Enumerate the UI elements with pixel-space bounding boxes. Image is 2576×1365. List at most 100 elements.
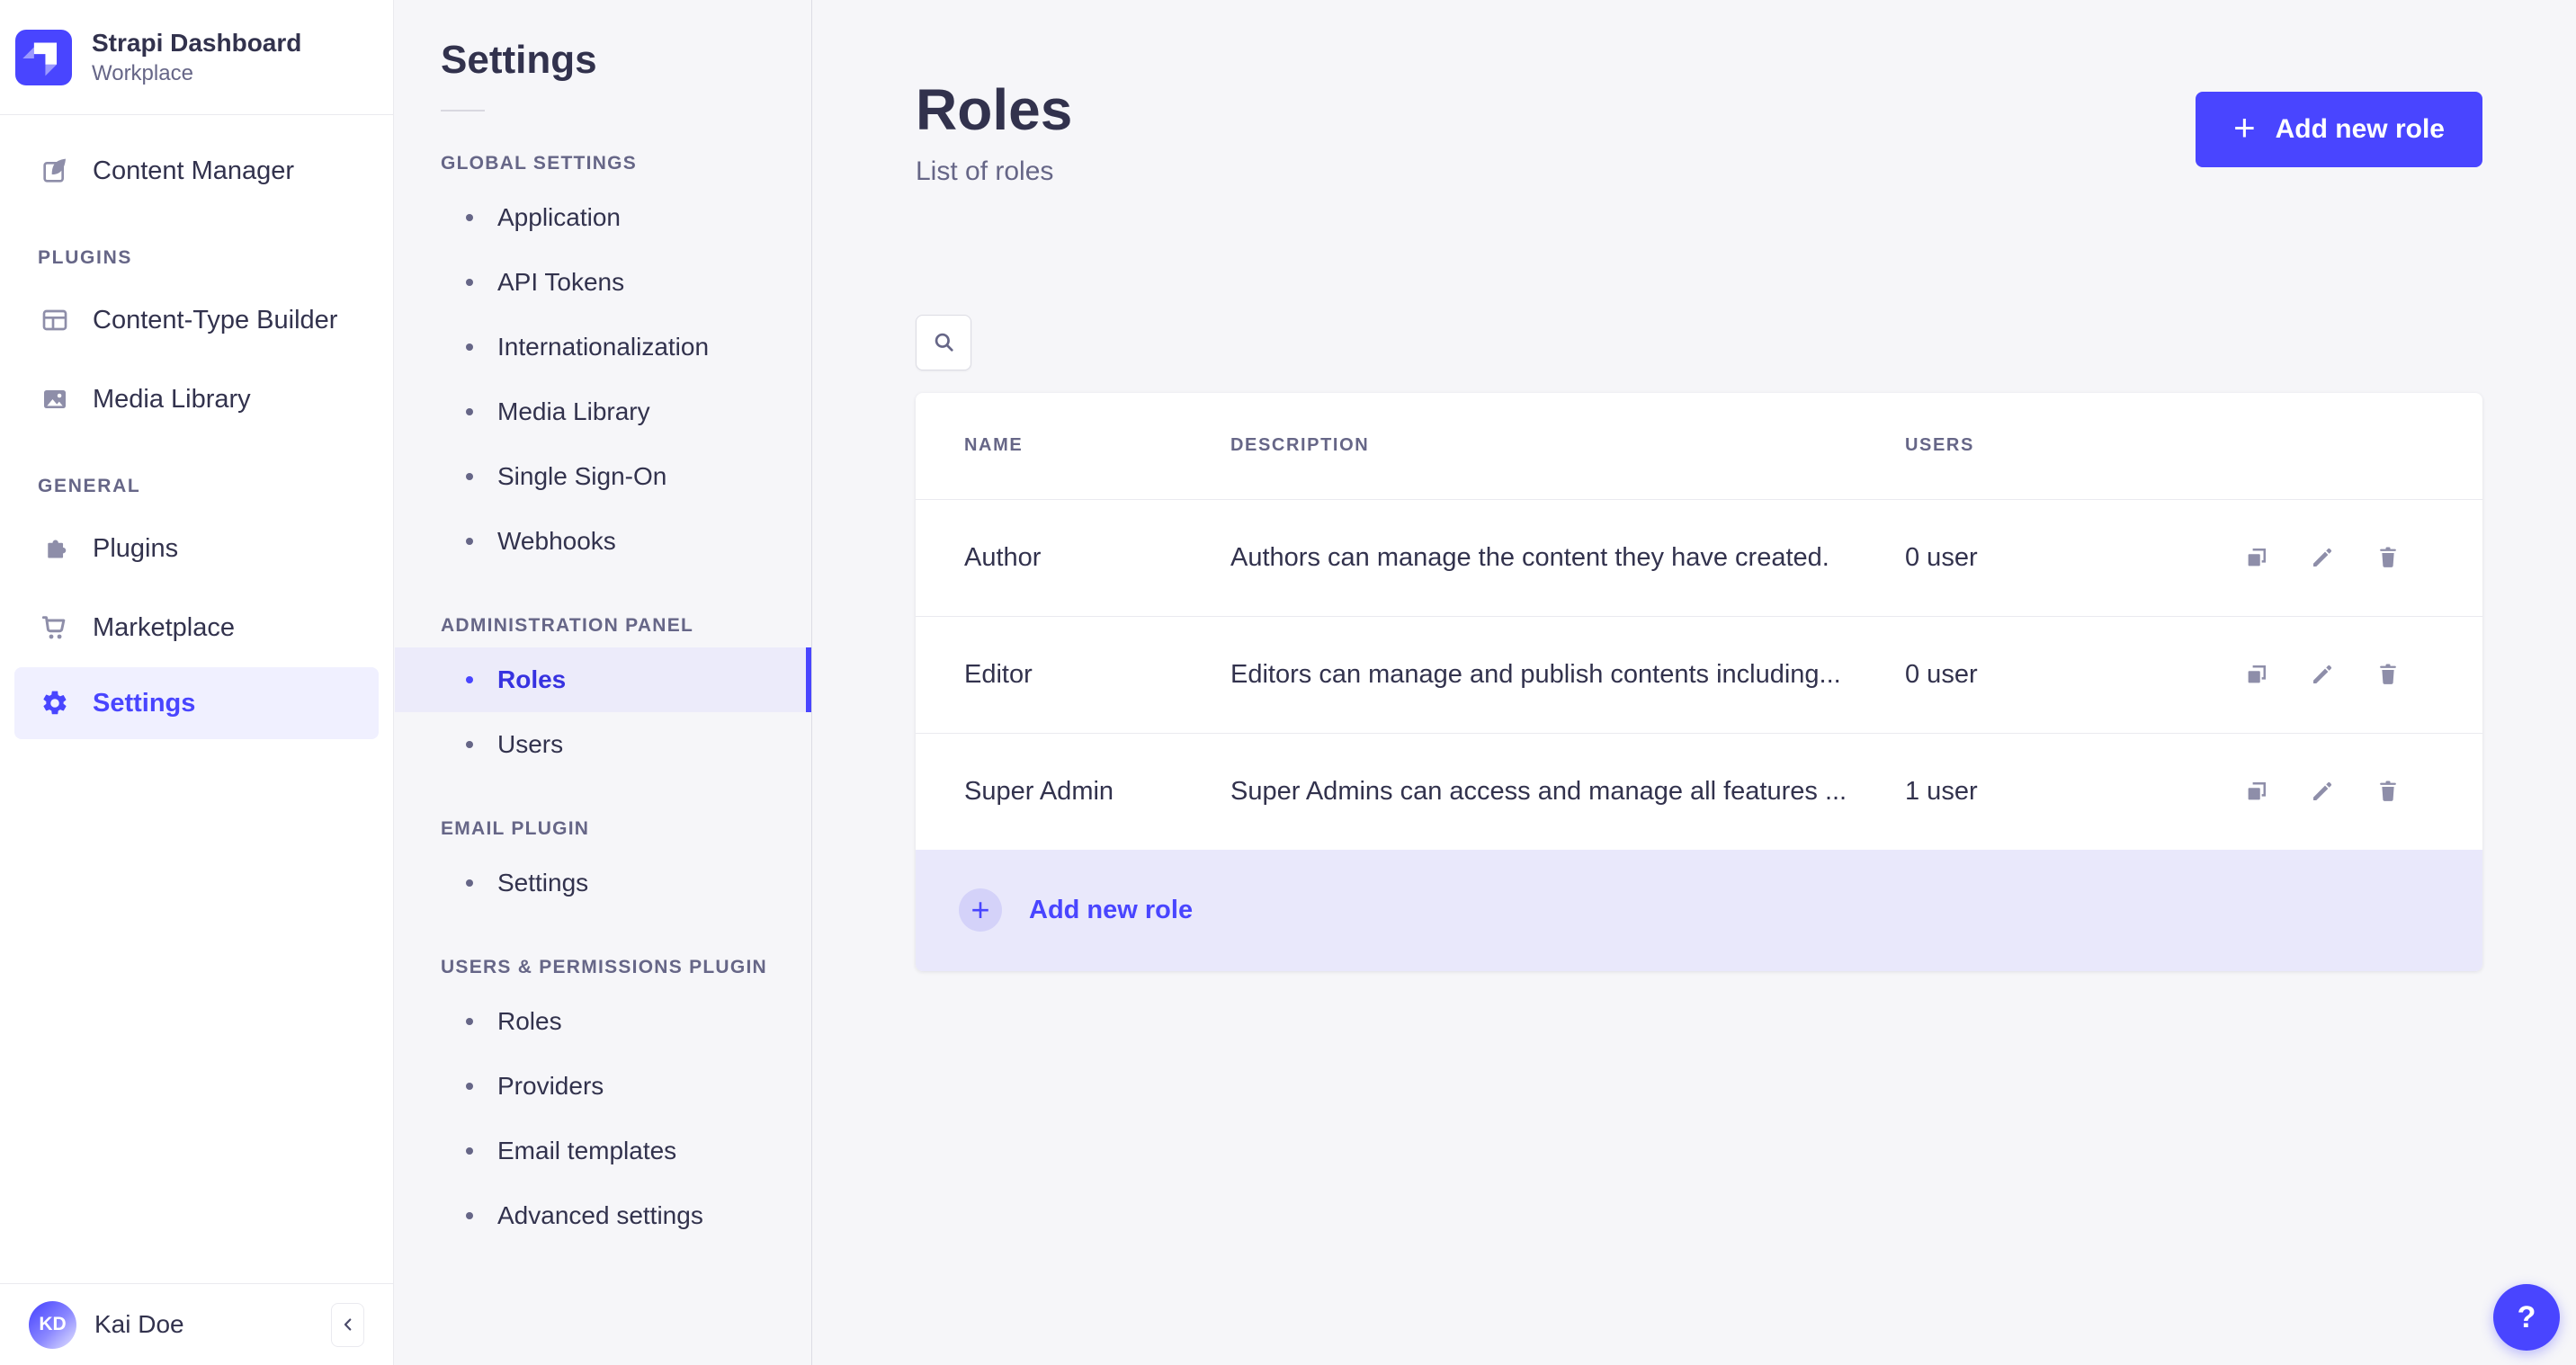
cart-icon — [40, 613, 69, 642]
subnav-item-internationalization[interactable]: Internationalization — [395, 315, 811, 379]
role-users-cell: 0 user — [1905, 542, 1978, 572]
subnav-item-roles-admin[interactable]: Roles — [395, 647, 811, 712]
subnav-item-roles-up[interactable]: Roles — [395, 989, 811, 1054]
workspace-brand[interactable]: Strapi Dashboard Workplace — [0, 0, 393, 115]
pencil-icon — [2309, 661, 2336, 688]
help-button[interactable]: ? — [2493, 1284, 2560, 1351]
gear-icon — [40, 689, 69, 718]
table-header-row: NAME DESCRIPTION USERS — [916, 393, 2482, 499]
settings-subnav: Settings GLOBAL SETTINGS Application API… — [395, 0, 812, 1365]
sidebar-item-content-type-builder[interactable]: Content-Type Builder — [0, 281, 393, 360]
sidebar-footer: KD Kai Doe — [0, 1283, 393, 1365]
subnav-section-global-settings: GLOBAL SETTINGS Application API Tokens I… — [395, 153, 811, 574]
trash-icon — [2375, 778, 2402, 805]
subnav-title: Settings — [441, 38, 597, 82]
search-button[interactable] — [916, 314, 971, 370]
edit-role-button[interactable] — [2309, 544, 2336, 571]
layout-grid-icon — [40, 306, 69, 335]
page-subtitle: List of roles — [916, 156, 1054, 186]
chevron-left-icon — [338, 1315, 358, 1334]
strapi-logo-icon — [15, 29, 72, 85]
workspace-name: Workplace — [92, 60, 193, 85]
add-new-role-row[interactable]: + Add new role — [916, 849, 2482, 971]
subnav-item-webhooks[interactable]: Webhooks — [395, 509, 811, 574]
plus-icon: + — [2233, 106, 2256, 148]
main-sidebar: Strapi Dashboard Workplace Content Manag… — [0, 0, 394, 1365]
bullet-icon — [466, 538, 473, 545]
subnav-section-administration-panel: ADMINISTRATION PANEL Roles Users — [395, 615, 811, 777]
sidebar-item-label: Settings — [93, 688, 196, 718]
duplicate-role-button[interactable] — [2243, 778, 2270, 805]
table-row-super-admin[interactable]: Super Admin Super Admins can access and … — [916, 732, 2482, 850]
bullet-icon — [466, 214, 473, 221]
sidebar-item-label: Plugins — [93, 533, 179, 563]
role-users-cell: 1 user — [1905, 776, 1978, 806]
duplicate-role-button[interactable] — [2243, 661, 2270, 688]
delete-role-button[interactable] — [2375, 544, 2402, 571]
role-users-cell: 0 user — [1905, 659, 1978, 689]
sidebar-item-marketplace[interactable]: Marketplace — [0, 588, 393, 667]
column-header-description: DESCRIPTION — [1230, 435, 1370, 456]
collapse-sidebar-button[interactable] — [331, 1302, 364, 1347]
question-mark-icon: ? — [2517, 1299, 2536, 1334]
pencil-icon — [2309, 544, 2336, 571]
bullet-icon — [466, 741, 473, 748]
duplicate-role-button[interactable] — [2243, 544, 2270, 571]
role-name-cell: Author — [964, 542, 1042, 572]
add-new-role-button[interactable]: + Add new role — [2196, 92, 2482, 167]
main-content: Roles List of roles + Add new role NAME … — [813, 0, 2576, 1365]
subnav-section-label: GLOBAL SETTINGS — [441, 153, 638, 174]
delete-role-button[interactable] — [2375, 778, 2402, 805]
subnav-section-label: ADMINISTRATION PANEL — [441, 615, 694, 636]
puzzle-icon — [40, 534, 69, 563]
row-actions — [2243, 778, 2402, 805]
subnav-item-providers[interactable]: Providers — [395, 1054, 811, 1119]
subnav-item-application[interactable]: Application — [395, 185, 811, 250]
duplicate-icon — [2243, 661, 2270, 688]
bullet-icon — [466, 279, 473, 286]
subnav-item-advanced-settings[interactable]: Advanced settings — [395, 1183, 811, 1248]
bullet-icon — [466, 343, 473, 351]
role-description-cell: Super Admins can access and manage all f… — [1230, 776, 1847, 806]
sidebar-item-media-library[interactable]: Media Library — [0, 360, 393, 439]
subnav-item-media-library[interactable]: Media Library — [395, 379, 811, 444]
delete-role-button[interactable] — [2375, 661, 2402, 688]
role-name-cell: Editor — [964, 659, 1033, 689]
table-row-author[interactable]: Author Authors can manage the content th… — [916, 498, 2482, 616]
bullet-icon — [466, 879, 473, 887]
subnav-item-api-tokens[interactable]: API Tokens — [395, 250, 811, 315]
page-header: Roles List of roles + Add new role — [813, 0, 2576, 187]
bullet-icon — [466, 1147, 473, 1155]
picture-icon — [40, 385, 69, 414]
sidebar-item-label: Content-Type Builder — [93, 305, 338, 335]
subnav-item-users[interactable]: Users — [395, 712, 811, 777]
bullet-icon — [466, 1083, 473, 1090]
table-row-editor[interactable]: Editor Editors can manage and publish co… — [916, 615, 2482, 733]
row-actions — [2243, 544, 2402, 571]
subnav-section-label: EMAIL PLUGIN — [441, 818, 590, 839]
sidebar-item-plugins[interactable]: Plugins — [0, 509, 393, 588]
edit-role-button[interactable] — [2309, 661, 2336, 688]
subnav-item-single-sign-on[interactable]: Single Sign-On — [395, 444, 811, 509]
bullet-icon — [466, 676, 473, 683]
edit-role-button[interactable] — [2309, 778, 2336, 805]
subnav-section-users-permissions-plugin: USERS & PERMISSIONS PLUGIN Roles Provide… — [395, 957, 811, 1248]
sidebar-item-settings[interactable]: Settings — [14, 667, 379, 739]
avatar[interactable]: KD — [29, 1300, 76, 1349]
pencil-icon — [2309, 778, 2336, 805]
column-header-users: USERS — [1905, 435, 1974, 456]
duplicate-icon — [2243, 544, 2270, 571]
subnav-section-email-plugin: EMAIL PLUGIN Settings — [395, 818, 811, 915]
sidebar-item-label: Media Library — [93, 384, 251, 414]
subnav-item-email-settings[interactable]: Settings — [395, 851, 811, 915]
subnav-divider — [441, 110, 485, 112]
content-manager-icon — [40, 156, 69, 185]
duplicate-icon — [2243, 778, 2270, 805]
subnav-item-email-templates[interactable]: Email templates — [395, 1119, 811, 1183]
trash-icon — [2375, 661, 2402, 688]
add-new-role-button-label: Add new role — [2275, 114, 2445, 144]
user-name: Kai Doe — [94, 1310, 184, 1338]
sidebar-item-content-manager[interactable]: Content Manager — [0, 131, 393, 210]
subnav-section-label: USERS & PERMISSIONS PLUGIN — [441, 957, 767, 977]
trash-icon — [2375, 544, 2402, 571]
